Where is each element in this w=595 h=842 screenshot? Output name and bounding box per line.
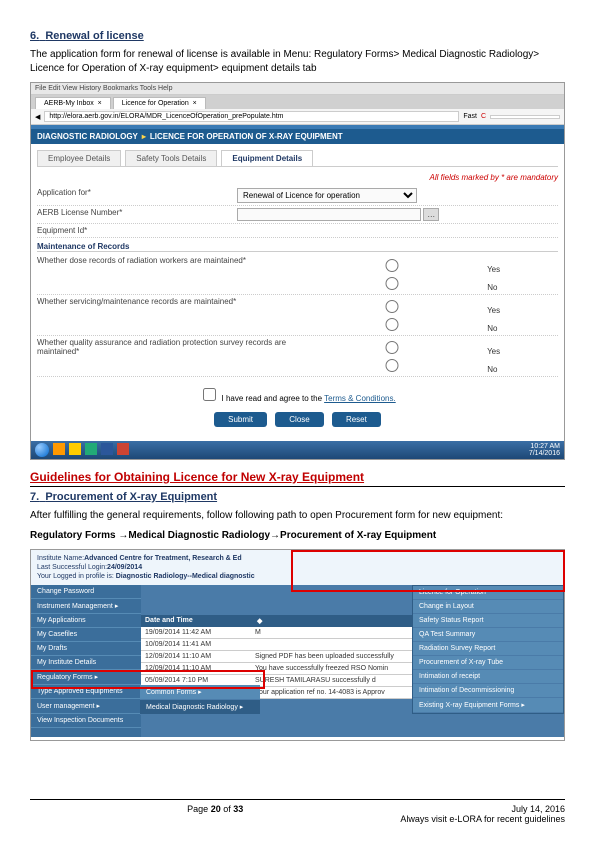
taskbar-clock: 10:27 AM (529, 443, 560, 450)
sidebar-instrument-mgmt[interactable]: Instrument Management ▸ (31, 599, 141, 614)
radio-qa-yes[interactable]: Yes (297, 347, 500, 356)
label-dose-records: Whether dose records of radiation worker… (37, 256, 297, 292)
search-box[interactable] (490, 115, 560, 119)
screenshot-renewal-form: File Edit View History Bookmarks Tools H… (30, 82, 565, 460)
menu-decommissioning[interactable]: Intimation of Decommissioning (413, 684, 563, 698)
radio-dose-yes[interactable]: Yes (297, 265, 500, 274)
radio-qa-no[interactable]: No (297, 365, 497, 374)
section-6-heading: 6. Renewal of license (30, 30, 565, 42)
back-icon[interactable]: ◀ (35, 113, 40, 121)
windows-taskbar: 10:27 AM 7/14/2016 (31, 441, 564, 459)
s2-header: Institute Name:Advanced Centre for Treat… (31, 550, 564, 585)
firefox-icon[interactable] (53, 443, 65, 455)
tab-equipment-details[interactable]: Equipment Details (221, 150, 313, 166)
terms-checkbox[interactable]: I have read and agree to the Terms & Con… (199, 394, 395, 403)
reset-button[interactable]: Reset (332, 412, 381, 427)
close-button[interactable]: Close (275, 412, 323, 427)
sidebar-regulatory-forms[interactable]: Regulatory Forms ▸ (31, 670, 141, 685)
screenshot-procurement-menu: Institute Name:Advanced Centre for Treat… (30, 549, 565, 741)
s2-sidebar: Change Password Instrument Management ▸ … (31, 585, 141, 737)
word-icon[interactable] (101, 443, 113, 455)
menu-procurement-tube[interactable]: Procurement of X-ray Tube (413, 656, 563, 670)
pdf-icon[interactable] (117, 443, 129, 455)
s2-submenu: Common Forms ▸ Medical Diagnostic Radiol… (140, 685, 260, 715)
label-aerb-license: AERB License Number* (37, 208, 237, 221)
label-equipment-id: Equipment Id* (37, 226, 237, 235)
submenu-common-forms[interactable]: Common Forms ▸ (140, 685, 260, 700)
lookup-button[interactable]: … (423, 208, 439, 221)
maintenance-heading: Maintenance of Records (37, 242, 558, 252)
browser-tab-inbox[interactable]: AERB-My Inbox × (35, 97, 111, 109)
start-button-icon[interactable] (35, 443, 49, 457)
terms-link[interactable]: Terms & Conditions. (324, 394, 396, 403)
sidebar-user-mgmt[interactable]: User management ▸ (31, 699, 141, 714)
label-servicing-records: Whether servicing/maintenance records ar… (37, 297, 297, 333)
fast-label: Fast (463, 113, 477, 120)
section-6-intro: The application form for renewal of lice… (30, 48, 565, 76)
url-field[interactable]: http://elora.aerb.gov.in/ELORA/MDR_Licen… (44, 111, 459, 122)
menu-existing-forms[interactable]: Existing X-ray Equipment Forms ▸ (413, 698, 563, 713)
c-icon: C (481, 113, 486, 120)
excel-icon[interactable] (85, 443, 97, 455)
mandatory-note: All fields marked by * are mandatory (37, 173, 558, 182)
input-aerb-license[interactable] (237, 208, 421, 221)
sidebar-my-institute[interactable]: My Institute Details (31, 656, 141, 670)
label-application-for: Application for* (37, 188, 237, 203)
section-7-path: Regulatory Forms →Medical Diagnostic Rad… (30, 529, 565, 543)
page-footer: Page 20 of 33 July 14, 2016 Always visit… (30, 799, 565, 824)
sidebar-my-applications[interactable]: My Applications (31, 614, 141, 628)
browser-menubar: File Edit View History Bookmarks Tools H… (31, 83, 564, 95)
submenu-medical-radiology[interactable]: Medical Diagnostic Radiology ▸ (140, 700, 260, 715)
menu-radiation-survey[interactable]: Radiation Survey Report (413, 642, 563, 656)
menu-intimation-receipt[interactable]: Intimation of receipt (413, 670, 563, 684)
taskbar-date: 7/14/2016 (529, 450, 560, 457)
footer-date: July 14, 2016 (400, 804, 565, 814)
menu-qa-test[interactable]: QA Test Summary (413, 628, 563, 642)
section-7-heading: 7. Procurement of X-ray Equipment (30, 491, 565, 503)
section-7-intro: After fulfilling the general requirement… (30, 509, 565, 523)
explorer-icon[interactable] (69, 443, 81, 455)
submit-button[interactable]: Submit (214, 412, 267, 427)
sidebar-change-password[interactable]: Change Password (31, 585, 141, 599)
browser-tab-licence[interactable]: Licence for Operation × (113, 97, 206, 109)
select-application-for[interactable]: Renewal of Licence for operation (237, 188, 417, 203)
radio-serv-no[interactable]: No (297, 324, 497, 333)
guidelines-heading: Guidelines for Obtaining Licence for New… (30, 470, 565, 487)
sidebar-view-inspection[interactable]: View Inspection Documents (31, 714, 141, 728)
label-qa-records: Whether quality assurance and radiation … (37, 338, 297, 374)
menu-licence-operation[interactable]: Licence for Operation (413, 586, 563, 600)
radio-dose-no[interactable]: No (297, 283, 497, 292)
radio-serv-yes[interactable]: Yes (297, 306, 500, 315)
sidebar-my-drafts[interactable]: My Drafts (31, 642, 141, 656)
page-number: Page 20 of 33 (187, 804, 243, 824)
menu-safety-status[interactable]: Safety Status Report (413, 614, 563, 628)
menu-change-layout[interactable]: Change in Layout (413, 600, 563, 614)
tab-safety-tools[interactable]: Safety Tools Details (125, 150, 217, 166)
tab-employee-details[interactable]: Employee Details (37, 150, 121, 166)
sidebar-type-approved[interactable]: Type Approved Equipments (31, 685, 141, 699)
footer-note: Always visit e-LORA for recent guideline… (400, 814, 565, 824)
s2-dropdown-menu: Licence for Operation Change in Layout S… (412, 585, 564, 714)
chevron-right-icon: ▸ (142, 132, 146, 141)
app-titlebar: DIAGNOSTIC RADIOLOGY▸LICENCE FOR OPERATI… (31, 129, 564, 144)
sidebar-my-casefiles[interactable]: My Casefiles (31, 628, 141, 642)
